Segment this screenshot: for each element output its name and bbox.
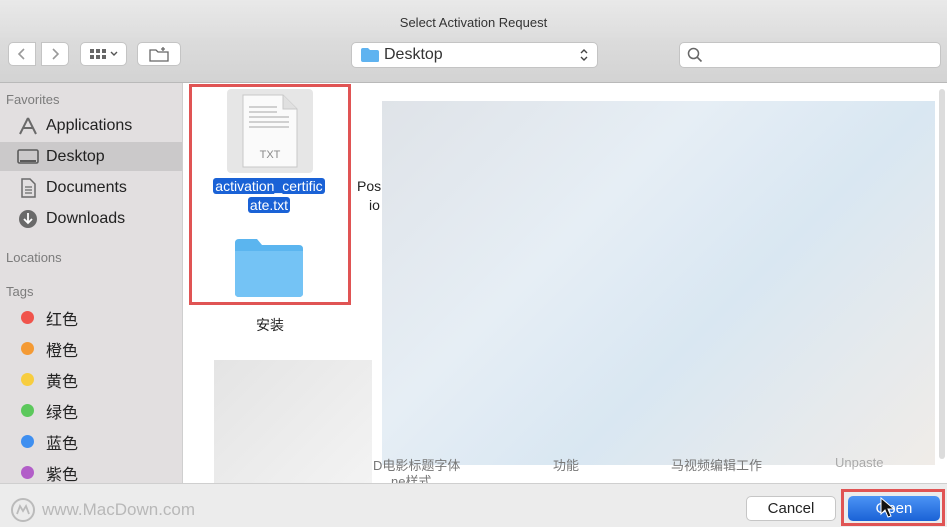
window-title: Select Activation Request <box>399 15 548 30</box>
tag-label: 蓝色 <box>46 435 79 453</box>
tag-label: 绿色 <box>46 404 79 422</box>
tag-color-dot <box>21 466 34 479</box>
applications-icon <box>16 115 40 137</box>
partial-bottom-label-4: Unpaste <box>835 455 883 470</box>
chevron-updown-icon <box>580 49 588 61</box>
location-label: Desktop <box>384 46 443 63</box>
tag-red[interactable]: 红色 <box>0 303 182 332</box>
tag-orange[interactable]: 橙色 <box>0 334 182 363</box>
sidebar-item-label: Documents <box>46 178 127 196</box>
partial-bottom-label-1b: ne样式 <box>391 471 431 483</box>
tag-yellow[interactable]: 黄色 <box>0 365 182 394</box>
tag-color-dot <box>21 342 34 355</box>
partial-file-label: Pos <box>357 178 381 194</box>
partial-bottom-label-2: 功能 <box>553 455 579 474</box>
partial-label-text: Unpaste <box>835 455 884 470</box>
blurred-overlay <box>382 101 935 465</box>
folder-item-install[interactable] <box>231 235 309 305</box>
sidebar-item-downloads[interactable]: Downloads <box>0 204 182 233</box>
sidebar-item-documents[interactable]: Documents <box>0 173 182 202</box>
sidebar-item-label: Applications <box>46 116 133 134</box>
chevron-left-icon <box>17 48 25 60</box>
downloads-icon <box>16 208 40 230</box>
tag-green[interactable]: 绿色 <box>0 396 182 425</box>
partial-label-text: 功能 <box>553 458 580 473</box>
new-folder-icon <box>149 47 169 62</box>
mouse-cursor-icon <box>880 497 896 518</box>
sidebar: Favorites Applications Desktop Documents… <box>0 83 183 484</box>
sidebar-item-label: Desktop <box>46 147 105 165</box>
search-field[interactable] <box>679 42 941 68</box>
tag-label: 黄色 <box>46 373 79 391</box>
cancel-button[interactable]: Cancel <box>746 496 836 521</box>
tag-label: 橙色 <box>46 342 79 360</box>
watermark: www.MacDown.com <box>10 497 195 523</box>
favorites-header: Favorites <box>6 92 60 107</box>
watermark-text: www.MacDown.com <box>42 500 196 519</box>
sidebar-item-applications[interactable]: Applications <box>0 111 182 140</box>
file-thumbnail-blurred[interactable] <box>214 360 372 483</box>
folder-name: 安装 <box>231 315 309 335</box>
locations-header: Locations <box>6 250 62 265</box>
dialog-footer: www.MacDown.com Cancel Open <box>0 483 947 527</box>
desktop-icon <box>16 146 40 168</box>
tag-color-dot <box>21 435 34 448</box>
tag-label: 紫色 <box>46 466 79 484</box>
window-title-bar: Select Activation Request <box>0 0 947 42</box>
tag-color-dot <box>21 404 34 417</box>
watermark-logo-icon <box>11 498 35 522</box>
partial-label-text: io <box>369 197 380 213</box>
partial-file-label-2: io <box>369 197 380 213</box>
folder-name-text: 安装 <box>256 317 284 333</box>
tag-blue[interactable]: 蓝色 <box>0 427 182 456</box>
view-mode-button[interactable] <box>80 42 127 66</box>
forward-button[interactable] <box>41 42 69 66</box>
tag-color-dot <box>21 373 34 386</box>
grid-view-icon <box>89 49 117 59</box>
documents-icon <box>16 177 40 199</box>
partial-label-text: 马视频编辑工作 <box>671 458 763 473</box>
toolbar: Desktop <box>0 38 947 83</box>
sidebar-item-label: Downloads <box>46 209 126 227</box>
folder-icon <box>235 239 303 297</box>
new-folder-button[interactable] <box>137 42 181 66</box>
back-button[interactable] <box>8 42 36 66</box>
tag-label: 红色 <box>46 311 79 329</box>
partial-bottom-label-3: 马视频编辑工作 <box>671 455 762 474</box>
search-icon <box>687 47 703 63</box>
tags-header: Tags <box>6 284 34 299</box>
partial-label-text: Pos <box>357 178 382 194</box>
cancel-label: Cancel <box>767 500 815 517</box>
file-browser: TXT activation_certific ate.txt Pos io 安… <box>183 83 947 483</box>
vertical-scrollbar[interactable] <box>939 89 945 459</box>
chevron-right-icon <box>52 48 60 60</box>
folder-icon <box>361 48 379 62</box>
location-popup[interactable]: Desktop <box>351 42 598 68</box>
tag-color-dot <box>21 311 34 324</box>
sidebar-item-desktop[interactable]: Desktop <box>0 142 182 171</box>
partial-label-text: ne样式 <box>391 474 432 483</box>
